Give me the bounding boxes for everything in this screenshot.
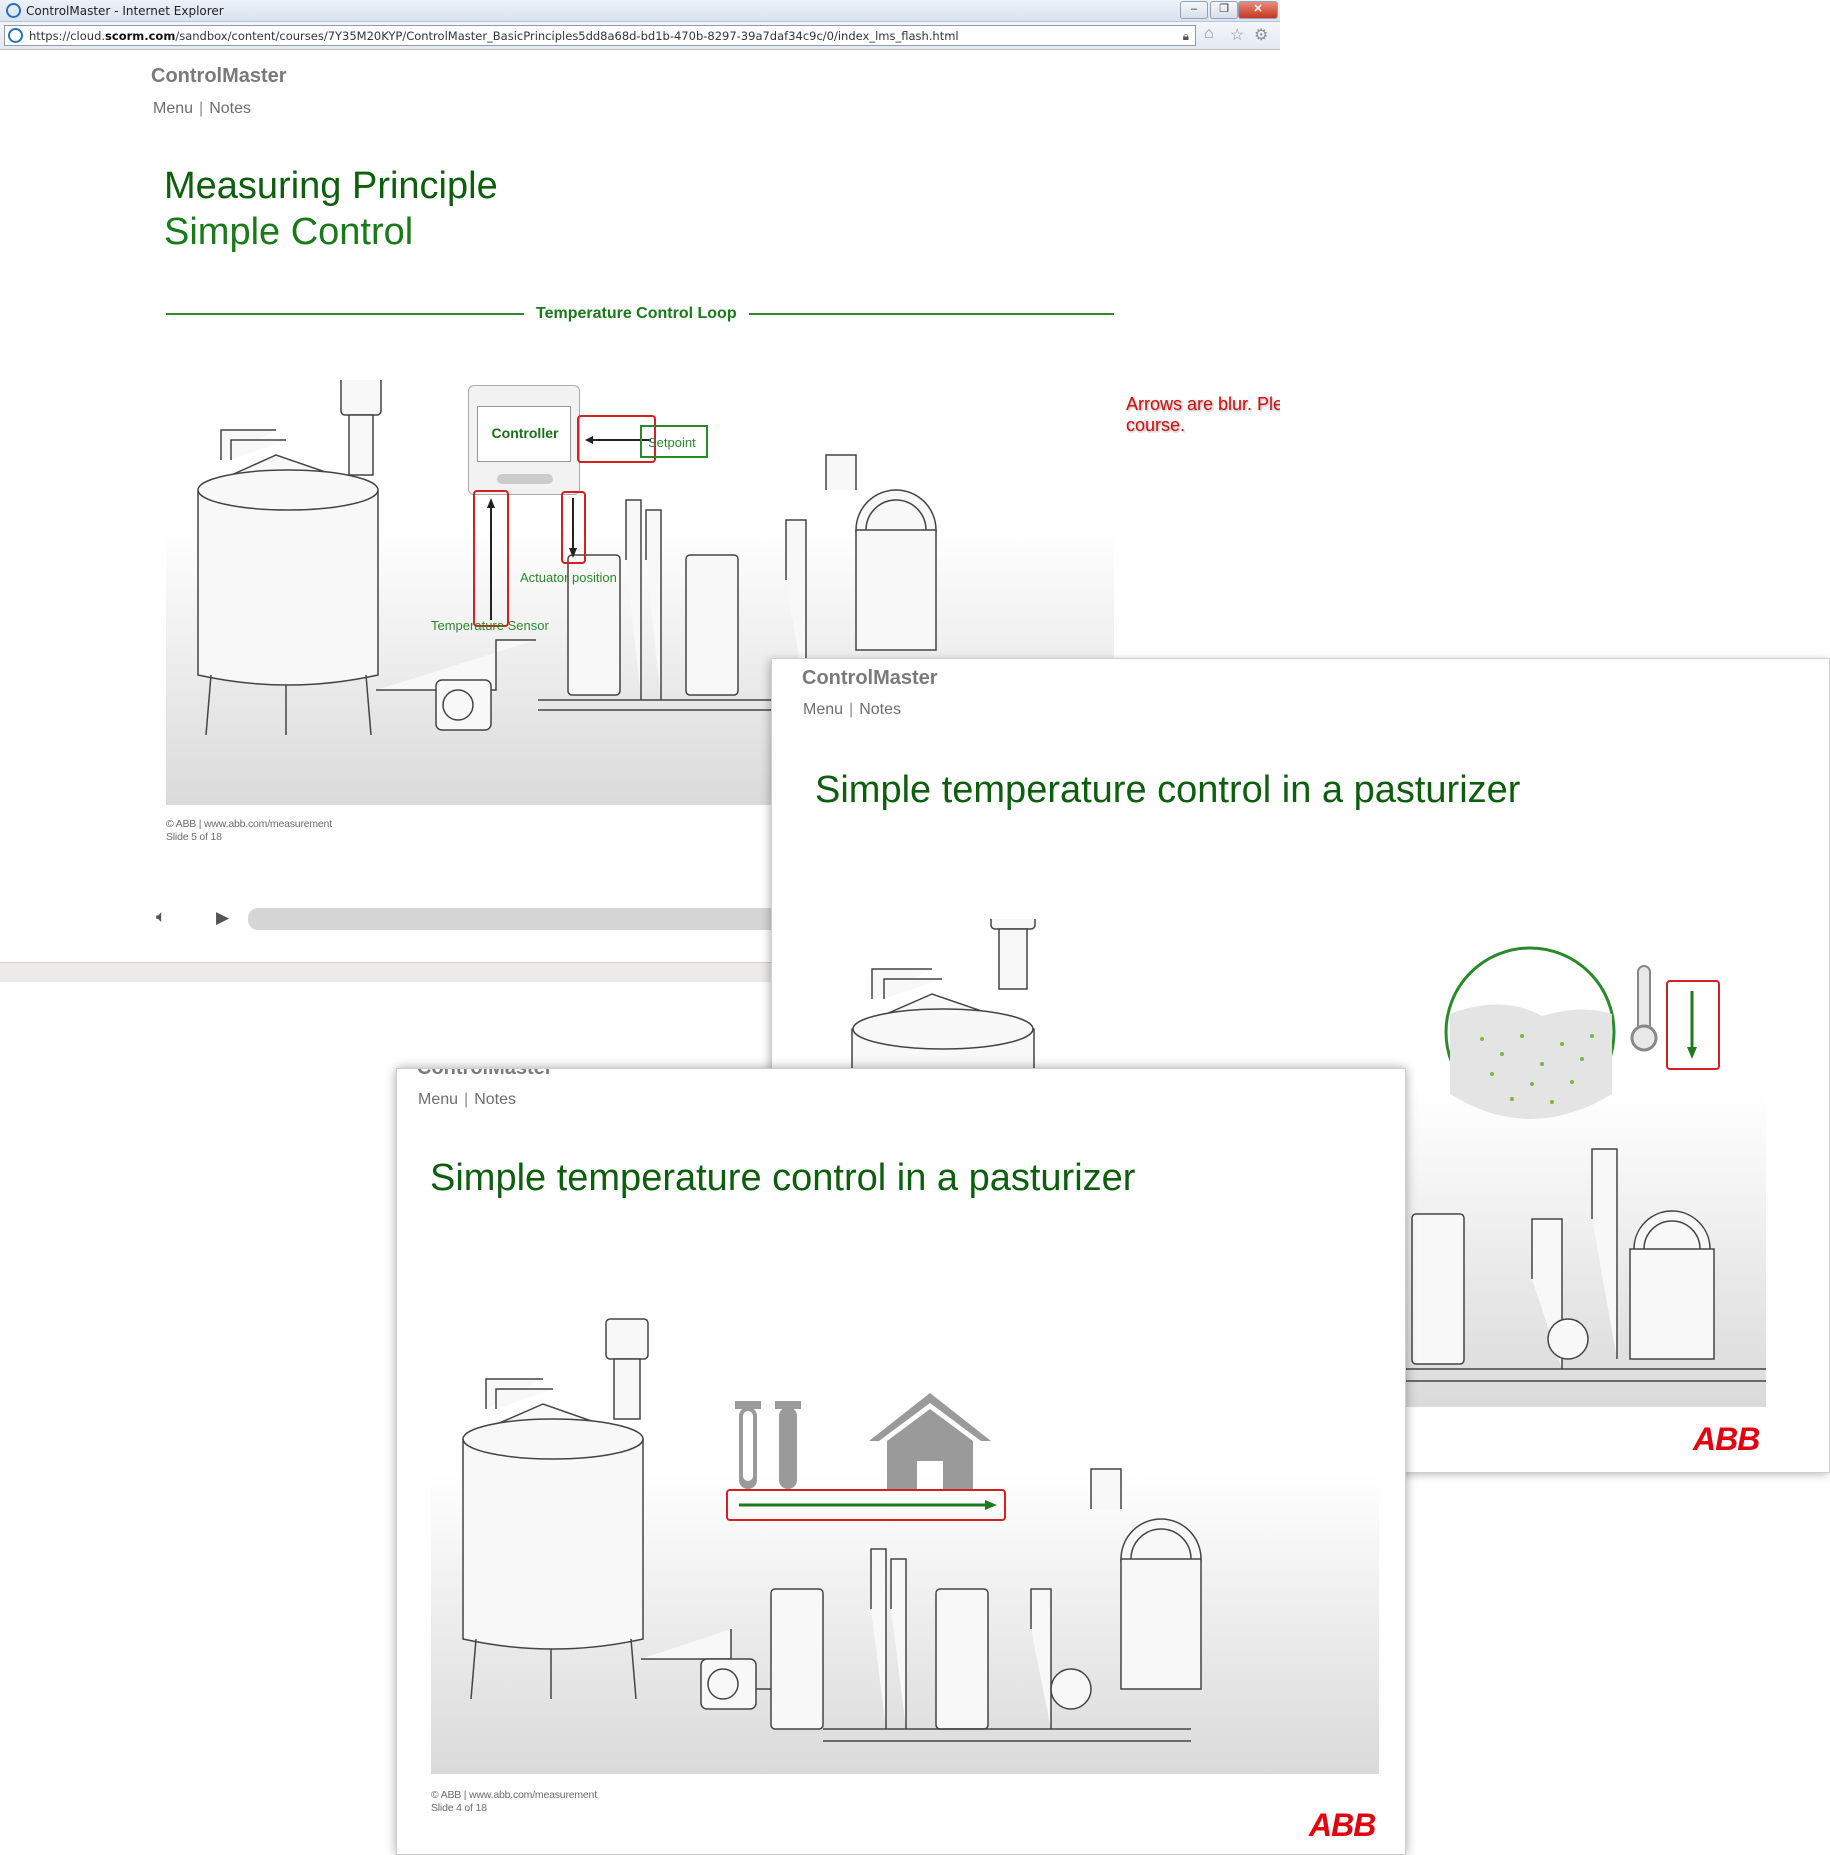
minimize-icon: – — [1190, 3, 1198, 15]
notes-link[interactable]: Notes — [474, 1091, 516, 1108]
actuator-label: Actuator position — [520, 570, 617, 585]
restore-icon: ❐ — [1219, 3, 1229, 15]
slide-footer: © ABB | www.abb.com/measurement Slide 5 … — [166, 818, 332, 844]
abb-logo: ABB — [1309, 1807, 1376, 1843]
sensor-arrow — [487, 498, 495, 620]
brand-title: ControlMaster — [151, 65, 287, 87]
close-button[interactable]: ✕ — [1238, 1, 1278, 19]
restore-button[interactable]: ❐ — [1210, 1, 1238, 19]
temperature-down-arrow — [1687, 991, 1697, 1059]
actuator-arrow — [569, 498, 577, 558]
close-icon: ✕ — [1253, 3, 1263, 15]
brand-title: ControlMaster — [802, 667, 938, 689]
menu-bar: Menu | Notes — [418, 1091, 516, 1108]
test-tubes-icon — [735, 1401, 801, 1489]
pasteurizer-illustration — [462, 1318, 1202, 1742]
brand-title: ControlMaster — [417, 1068, 553, 1079]
site-icon — [8, 28, 23, 43]
loop-title: Temperature Control Loop — [524, 305, 749, 323]
settings-gear-icon[interactable]: ⚙ — [1254, 25, 1268, 45]
slide-footer: © ABB | www.abb.com/measurement Slide 4 … — [431, 1789, 597, 1815]
tank-zoom-magnifier — [1444, 946, 1616, 1119]
page-title: Measuring Principle Simple Control — [164, 163, 498, 255]
house-icon — [869, 1393, 991, 1489]
url-text: https://cloud.scorm.com/sandbox/content/… — [29, 29, 959, 43]
copyright-text: © ABB | www.abb.com/measurement — [431, 1789, 597, 1801]
notes-link[interactable]: Notes — [859, 701, 901, 718]
slide-counter: Slide 5 of 18 — [166, 831, 222, 843]
page-title: Simple temperature control in a pasturiz… — [815, 769, 1521, 811]
address-input[interactable]: https://cloud.scorm.com/sandbox/content/… — [4, 25, 1196, 46]
window-title: ControlMaster - Internet Explorer — [26, 4, 224, 18]
controller-keypad — [497, 474, 553, 484]
abb-logo: ABB — [1693, 1421, 1760, 1457]
title-line-1: Measuring Principle — [164, 165, 498, 207]
controller-screen: Controller — [477, 406, 571, 462]
menu-bar: Menu | Notes — [153, 100, 251, 117]
review-note: Arrows are blur. Please refer base cours… — [1126, 394, 1280, 435]
notes-link[interactable]: Notes — [209, 100, 251, 117]
setpoint-label: Setpoint — [648, 435, 696, 450]
title-line-2: Simple Control — [164, 211, 414, 253]
home-icon[interactable]: ⌂ — [1204, 25, 1214, 43]
favorites-star-icon[interactable]: ☆ — [1230, 25, 1244, 45]
pasteurizer-scene — [431, 1309, 1379, 1774]
page-title: Simple temperature control in a pasturiz… — [430, 1157, 1136, 1199]
play-icon[interactable]: ▶ — [216, 908, 229, 928]
volume-icon[interactable]: 🔈︎ — [156, 907, 166, 927]
address-bar: https://cloud.scorm.com/sandbox/content/… — [0, 22, 1280, 50]
ie-icon — [6, 3, 21, 18]
menu-link[interactable]: Menu — [418, 1091, 458, 1108]
slide-counter: Slide 4 of 18 — [431, 1802, 487, 1814]
title-bar: ControlMaster - Internet Explorer – ❐ ✕ — [0, 0, 1280, 22]
menu-bar: Menu | Notes — [803, 701, 901, 718]
menu-link[interactable]: Menu — [803, 701, 843, 718]
slide-pasturizer-heat-flow: ControlMaster Menu | Notes Simple temperat… — [396, 1068, 1406, 1855]
thermometer-icon — [1630, 965, 1658, 1052]
menu-link[interactable]: Menu — [153, 100, 193, 117]
minimize-button[interactable]: – — [1180, 1, 1208, 19]
lock-icon[interactable]: 🔒︎ — [1183, 29, 1189, 44]
controller-device: Controller — [468, 385, 580, 495]
heat-flow-arrow — [739, 1500, 997, 1510]
sensor-label: Temperature Sensor — [431, 618, 549, 633]
controller-label: Controller — [491, 425, 559, 441]
copyright-text: © ABB | www.abb.com/measurement — [166, 818, 332, 830]
